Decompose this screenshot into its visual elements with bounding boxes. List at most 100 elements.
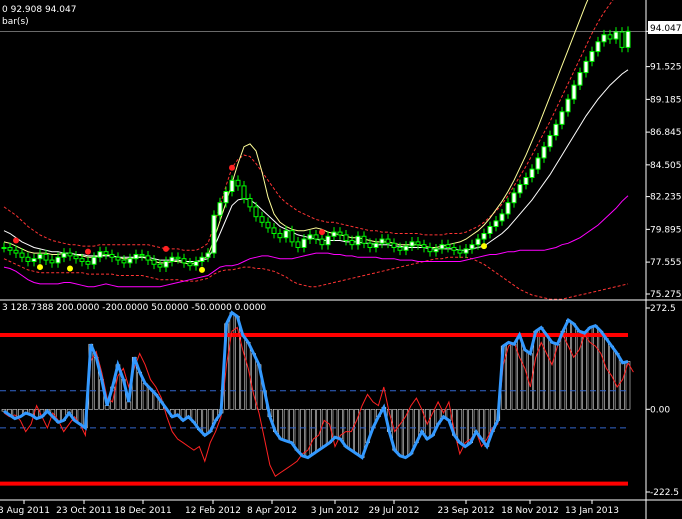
candle-body — [499, 213, 505, 222]
price-tick-label: 82.235 — [650, 193, 682, 203]
candle-body — [211, 214, 217, 254]
candle-body — [7, 246, 13, 251]
candle-body — [1, 246, 7, 249]
candle-body — [115, 256, 121, 261]
osc-tick-label: 272.5 — [650, 304, 676, 314]
candle-body — [313, 234, 319, 240]
candle-body — [349, 239, 355, 246]
signal-dot-yellow — [199, 266, 205, 273]
candle-body — [145, 255, 151, 261]
candle-body — [523, 177, 529, 186]
candle-body — [55, 256, 61, 264]
candle-body — [535, 157, 541, 170]
price-tick-label: 77.555 — [650, 258, 682, 268]
main-header-sub: bar(s) — [2, 17, 29, 27]
candle-body — [433, 248, 439, 253]
candle-body — [583, 60, 589, 74]
candle-body — [103, 251, 109, 255]
candle-body — [427, 246, 433, 253]
candle-body — [613, 31, 619, 40]
candle-body — [85, 260, 91, 265]
date-tick-label: 8 Apr 2012 — [247, 506, 297, 516]
candle-body — [403, 245, 409, 251]
candle-body — [73, 255, 79, 260]
candle-body — [67, 252, 73, 257]
candle-body — [577, 72, 583, 86]
candle-body — [283, 230, 289, 239]
candle-body — [19, 252, 25, 258]
candle-body — [565, 98, 571, 113]
date-tick-label: 13 Jan 2013 — [565, 506, 619, 516]
date-tick-label: 18 Dec 2011 — [114, 506, 172, 516]
candle-body — [445, 244, 451, 248]
candle-body — [97, 251, 103, 258]
candle-body — [109, 253, 115, 258]
candle-body — [181, 258, 187, 264]
candle-body — [271, 227, 277, 234]
candle-body — [487, 225, 493, 234]
candle-body — [241, 185, 247, 200]
candle-body — [205, 252, 211, 258]
osc-tick-label: 0.00 — [650, 405, 670, 415]
candle-body — [151, 259, 157, 265]
candle-body — [421, 244, 427, 248]
candle-body — [529, 168, 535, 179]
candle-body — [457, 249, 463, 254]
date-tick-label: 23 Oct 2011 — [56, 506, 112, 516]
date-tick-label: 3 Aug 2011 — [0, 506, 50, 516]
candle-body — [541, 146, 547, 159]
candle-body — [625, 30, 631, 48]
candle-body — [607, 34, 613, 40]
candle-body — [367, 242, 373, 248]
candle-body — [139, 253, 145, 257]
candle-body — [463, 248, 469, 254]
candle-body — [547, 135, 553, 148]
signal-dot-yellow — [37, 264, 43, 271]
candle-body — [451, 246, 457, 251]
candle-body — [355, 235, 361, 246]
signal-dot-yellow — [481, 243, 487, 250]
candle-body — [235, 179, 241, 187]
candle-body — [175, 256, 181, 260]
candle-body — [307, 234, 313, 240]
candle-body — [589, 51, 595, 62]
candle-body — [385, 238, 391, 244]
candle-body — [301, 238, 307, 248]
candle-body — [31, 258, 37, 262]
signal-dot-red — [229, 164, 235, 171]
candle-body — [49, 259, 55, 264]
candle-body — [187, 262, 193, 267]
main-header-info: 0 92.908 94.047 — [2, 5, 76, 15]
candle-body — [79, 258, 85, 262]
candle-body — [169, 256, 175, 262]
candle-body — [331, 231, 337, 237]
signal-dot-yellow — [67, 265, 73, 272]
price-tick-label: 84.505 — [650, 161, 682, 171]
candle-body — [319, 238, 325, 246]
candle-body — [601, 34, 607, 43]
candle-body — [397, 246, 403, 251]
candle-body — [517, 184, 523, 194]
candle-body — [163, 260, 169, 268]
date-tick-label: 3 Jun 2012 — [311, 506, 359, 516]
chart-canvas: 91.525 89.185 86.845 84.505 82.235 79.895 77.5… — [0, 0, 682, 519]
candle-body — [229, 179, 235, 193]
candle-body — [553, 123, 559, 137]
candle-body — [247, 198, 253, 208]
price-tick-label: 79.895 — [650, 225, 682, 235]
candle-body — [265, 221, 271, 229]
candle-body — [391, 242, 397, 248]
price-tick-label: 86.845 — [650, 128, 682, 138]
candle-body — [619, 31, 625, 48]
candle-body — [361, 235, 367, 244]
candle-body — [25, 256, 31, 262]
candle-body — [289, 230, 295, 243]
candle-body — [511, 192, 517, 204]
candle-body — [277, 232, 283, 239]
candle-body — [481, 232, 487, 240]
date-tick-label: 12 Feb 2012 — [185, 506, 241, 516]
date-tick-label: 23 Sep 2012 — [437, 506, 494, 516]
candle-body — [295, 241, 301, 248]
candle-body — [253, 206, 259, 218]
candle-body — [337, 231, 343, 236]
